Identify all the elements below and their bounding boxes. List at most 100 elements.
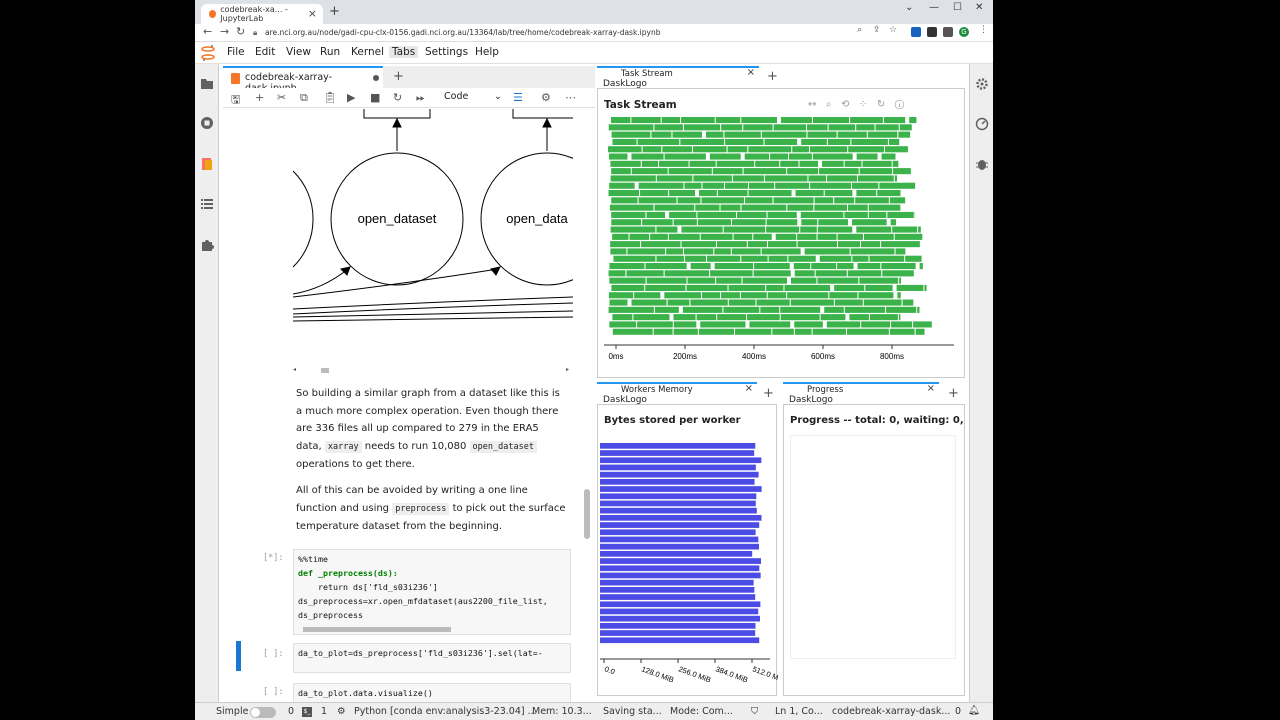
- graph-horizontal-scrollbar[interactable]: ◂ ▸: [293, 366, 569, 374]
- new-tab-button[interactable]: +: [767, 69, 778, 84]
- restart-icon[interactable]: ↻: [393, 91, 402, 104]
- more-options-icon[interactable]: ⋯: [565, 91, 576, 104]
- cell-type-select[interactable]: Code ⌄: [444, 91, 504, 102]
- task-bar: [811, 263, 837, 270]
- close-icon[interactable]: ×: [745, 384, 753, 394]
- notebook-tab[interactable]: codebreak-xarray-dask.ipynb: [223, 66, 383, 94]
- workers-memory-tab[interactable]: Workers Memory DaskLogo ×: [597, 382, 757, 405]
- close-icon[interactable]: ×: [747, 68, 755, 78]
- star-icon[interactable]: ☆: [889, 25, 897, 35]
- task-bar: [641, 160, 659, 167]
- cut-icon[interactable]: ✂︎: [277, 91, 286, 104]
- new-tab-button[interactable]: +: [763, 386, 774, 401]
- paste-icon[interactable]: 📋︎: [323, 91, 337, 104]
- task-bar: [827, 138, 851, 145]
- maximize-button[interactable]: ☐: [953, 2, 962, 13]
- menu-kernel[interactable]: Kernel: [351, 46, 384, 58]
- task-bar: [863, 299, 902, 306]
- stop-icon[interactable]: ■: [370, 91, 380, 104]
- notebook-vertical-scrollbar[interactable]: [584, 489, 590, 539]
- task-stream-tab[interactable]: Task Stream DaskLogo ×: [597, 66, 759, 89]
- menu-help[interactable]: Help: [475, 46, 499, 58]
- markdown-cell[interactable]: All of this can be avoided by writing a …: [296, 482, 566, 536]
- markdown-cell[interactable]: So building a similar graph from a datas…: [296, 385, 566, 474]
- task-bar: [610, 241, 641, 248]
- close-window-button[interactable]: ✕: [975, 2, 983, 13]
- terminal-count[interactable]: 0: [288, 706, 294, 717]
- forward-arrow-icon[interactable]: →: [220, 25, 229, 38]
- chart-toolbar[interactable]: ↔ ⌕ ⟲ ⁘ ↻ ⓘ: [808, 99, 904, 110]
- folder-icon[interactable]: [200, 76, 214, 90]
- share-icon[interactable]: ⇪: [873, 25, 881, 35]
- save-status: Saving sta...: [603, 706, 662, 717]
- progress-tab[interactable]: Progress DaskLogo ×: [783, 382, 939, 405]
- jupyter-favicon-icon: [209, 10, 217, 18]
- back-arrow-icon[interactable]: ←: [203, 25, 212, 38]
- task-bar: [888, 138, 900, 145]
- task-bar: [780, 117, 812, 124]
- kebab-menu-icon[interactable]: ⋮: [979, 25, 988, 35]
- menu-run[interactable]: Run: [320, 46, 340, 58]
- menu-settings[interactable]: Settings: [425, 46, 468, 58]
- dask-icon[interactable]: [200, 157, 214, 171]
- new-tab-button[interactable]: +: [329, 4, 340, 19]
- task-bar: [844, 306, 886, 313]
- task-bar: [631, 168, 668, 175]
- run-icon[interactable]: ▶: [347, 91, 355, 104]
- sidepanel-icon[interactable]: [943, 27, 953, 37]
- task-bar: [855, 197, 889, 204]
- kernel-count[interactable]: 1: [321, 706, 327, 717]
- table-of-contents-icon[interactable]: [200, 197, 214, 211]
- code-line: def _preprocess(ds):: [298, 568, 398, 578]
- running-kernels-icon[interactable]: [200, 116, 214, 130]
- new-launcher-button[interactable]: +: [393, 69, 404, 84]
- task-stream-chart[interactable]: 0ms 200ms 400ms 600ms 800ms: [604, 113, 954, 383]
- workers-memory-chart[interactable]: 0.0 128.0 MiB 256.0 MiB 384.0 MiB 512.0 MiB: [600, 429, 778, 694]
- simple-mode-toggle[interactable]: [250, 707, 276, 718]
- kernel-status[interactable]: Python [conda env:analysis3-23.04] ...: [354, 706, 537, 717]
- unsaved-dot-icon[interactable]: [373, 75, 379, 81]
- task-bar: [784, 284, 831, 291]
- extension-icon[interactable]: [911, 27, 921, 37]
- menu-tabs[interactable]: Tabs: [389, 46, 419, 58]
- new-tab-button[interactable]: +: [948, 386, 959, 401]
- task-bar: [788, 255, 816, 262]
- property-inspector-icon[interactable]: [975, 117, 989, 131]
- debugger-bug-icon[interactable]: [975, 157, 989, 171]
- code-horizontal-scrollbar[interactable]: [295, 627, 569, 632]
- extension-icon[interactable]: [927, 27, 937, 37]
- code-cell[interactable]: %%time def _preprocess(ds): return ds['f…: [293, 549, 571, 635]
- settings-gear-icon[interactable]: [975, 77, 989, 91]
- browser-tab[interactable]: codebreak-xa... - JupyterLab ×: [201, 4, 323, 24]
- save-icon[interactable]: 🖫︎: [231, 91, 240, 110]
- profile-avatar[interactable]: G: [959, 27, 969, 37]
- minimize-button[interactable]: —: [929, 2, 939, 13]
- task-bar: [748, 190, 792, 197]
- task-bar: [690, 299, 728, 306]
- task-bar: [775, 182, 810, 189]
- chevron-down-icon[interactable]: ⌄: [905, 2, 913, 13]
- cursor-position[interactable]: Ln 1, Co...: [775, 706, 823, 717]
- debugger-bug-icon[interactable]: ⚙︎: [541, 91, 551, 104]
- zoom-icon[interactable]: ⌕: [857, 25, 862, 35]
- close-icon[interactable]: ×: [927, 384, 935, 394]
- insert-cell-icon[interactable]: +: [255, 91, 264, 104]
- bell-icon[interactable]: 🔔︎: [968, 705, 980, 716]
- code-cell[interactable]: da_to_plot=ds_preprocess['fld_s03i236'].…: [293, 643, 571, 673]
- url-field[interactable]: 🔒︎ are.nci.org.au/node/gadi-cpu-clx-0156…: [253, 26, 853, 40]
- menu-file[interactable]: File: [227, 46, 245, 58]
- menu-view[interactable]: View: [286, 46, 311, 58]
- reload-icon[interactable]: ↻: [236, 25, 245, 38]
- worker-bar: [600, 536, 759, 543]
- progress-panel: Progress -- total: 0, waiting: 0, queue: [783, 404, 965, 696]
- code-cell[interactable]: da_to_plot.data.visualize(): [293, 683, 571, 702]
- notification-count[interactable]: 0: [955, 706, 961, 717]
- extension-puzzle-icon[interactable]: [200, 238, 214, 252]
- restart-run-all-icon[interactable]: ⏩︎: [416, 91, 425, 105]
- close-tab-icon[interactable]: ×: [308, 7, 317, 20]
- task-bar: [834, 299, 863, 306]
- table-of-contents-icon[interactable]: ☰: [513, 91, 523, 104]
- task-bar: [631, 299, 667, 306]
- copy-icon[interactable]: ⧉: [300, 91, 308, 105]
- menu-edit[interactable]: Edit: [255, 46, 275, 58]
